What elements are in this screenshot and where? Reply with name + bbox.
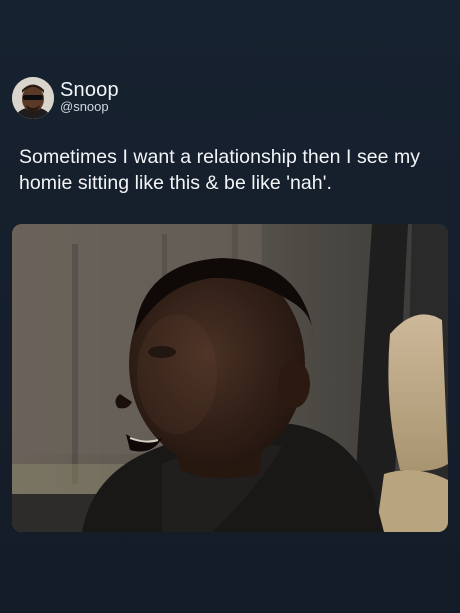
tweet-text: Sometimes I want a relationship then I s… <box>19 146 421 194</box>
tweet-header: Snoop @snoop <box>12 76 119 120</box>
author-display-name[interactable]: Snoop <box>60 79 119 101</box>
avatar-icon <box>12 77 54 119</box>
tweet-photo[interactable] <box>12 224 448 532</box>
author-handle[interactable]: @snoop <box>60 99 119 114</box>
author-names: Snoop @snoop <box>60 79 119 114</box>
author-avatar[interactable] <box>12 77 54 119</box>
tweet-card: Snoop @snoop Sometimes I want a relation… <box>0 0 460 613</box>
photo-man-in-car <box>12 224 448 532</box>
